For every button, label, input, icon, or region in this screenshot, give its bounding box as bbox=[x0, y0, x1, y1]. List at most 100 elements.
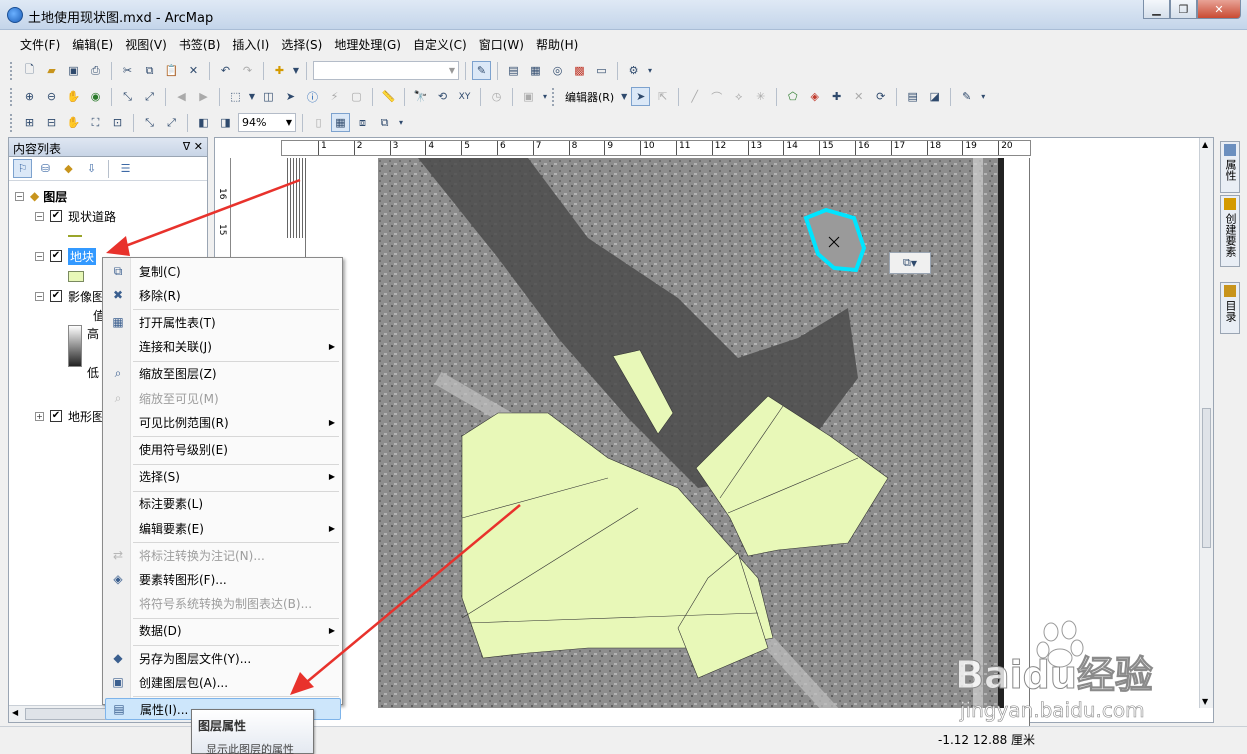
rotate-icon[interactable]: ⟳ bbox=[871, 87, 890, 106]
maximize-button[interactable]: ❐ bbox=[1170, 0, 1197, 19]
edit-vertices-icon[interactable]: ⬠ bbox=[783, 87, 802, 106]
list-by-source-icon[interactable]: ⛁ bbox=[36, 159, 55, 178]
data-driven-pages-icon[interactable]: ⧉ bbox=[375, 113, 394, 132]
zoom-whole-page-icon[interactable]: ⛶ bbox=[86, 113, 105, 132]
zoom-percent-dropdown[interactable]: 94% ▼ bbox=[238, 113, 296, 132]
editor-dropdown-icon[interactable]: ▼ bbox=[620, 87, 628, 106]
arctoolbox-icon[interactable]: ▩ bbox=[570, 61, 589, 80]
context-menu-item[interactable]: 数据(D) ▶ bbox=[105, 620, 341, 642]
dock-tab-create-features[interactable]: 创建要素 bbox=[1220, 195, 1240, 267]
editor-toolbar-icon[interactable]: ✎ bbox=[472, 61, 491, 80]
layout-vertical-scrollbar[interactable]: ▲ ▼ bbox=[1199, 138, 1213, 708]
layer-visibility-checkbox[interactable]: ✔ bbox=[50, 410, 62, 422]
menu-bookmarks[interactable]: 书签(B) bbox=[173, 36, 227, 53]
layout-pan-icon[interactable]: ✋ bbox=[64, 113, 83, 132]
context-menu-item[interactable]: 使用符号级别(E) bbox=[105, 438, 341, 460]
fixed-zoom-in-page-icon[interactable]: ⤡ bbox=[140, 113, 159, 132]
add-data-dropdown-icon[interactable]: ▼ bbox=[292, 61, 300, 80]
scroll-up-icon[interactable]: ▲ bbox=[1202, 140, 1208, 149]
split-icon[interactable]: ✕ bbox=[849, 87, 868, 106]
toc-root-layers[interactable]: − ◆ 图层 bbox=[15, 187, 67, 205]
collapse-icon[interactable]: − bbox=[15, 191, 24, 201]
collapse-icon[interactable]: − bbox=[35, 251, 44, 261]
goto-xy-icon[interactable]: XY bbox=[455, 87, 474, 106]
list-by-selection-icon[interactable]: ⇩ bbox=[82, 159, 101, 178]
toggle-draft-mode-icon[interactable]: ▯ bbox=[309, 113, 328, 132]
collapse-icon[interactable]: − bbox=[35, 291, 44, 301]
context-menu-item[interactable]: ◆ 另存为图层文件(Y)... bbox=[105, 647, 341, 669]
expand-icon[interactable]: + bbox=[35, 411, 44, 421]
previous-extent-icon[interactable]: ◧ bbox=[194, 113, 213, 132]
close-button[interactable]: ✕ bbox=[1197, 0, 1241, 19]
reshape-icon[interactable]: ◈ bbox=[805, 87, 824, 106]
attributes-icon[interactable]: ▤ bbox=[903, 87, 922, 106]
toolbar-options-icon[interactable]: ▾ bbox=[541, 87, 549, 106]
context-menu-item[interactable]: ▦ 打开属性表(T) bbox=[105, 311, 341, 333]
menu-view[interactable]: 视图(V) bbox=[119, 36, 173, 53]
find-route-icon[interactable]: ⟲ bbox=[433, 87, 452, 106]
select-features-icon[interactable]: ⬚ bbox=[226, 87, 245, 106]
delete-icon[interactable]: ✕ bbox=[184, 61, 203, 80]
clear-selection-icon[interactable]: ◫ bbox=[259, 87, 278, 106]
aerial-imagery-map[interactable] bbox=[378, 158, 1004, 708]
edit-tool-icon[interactable]: ➤ bbox=[631, 87, 651, 106]
layer-visibility-checkbox[interactable]: ✔ bbox=[50, 290, 62, 302]
cut-polygons-icon[interactable]: ✚ bbox=[827, 87, 846, 106]
menu-insert[interactable]: 插入(I) bbox=[226, 36, 275, 53]
modelbuilder-icon[interactable]: ⚙ bbox=[624, 61, 643, 80]
layer-name[interactable]: 地形图 bbox=[68, 408, 104, 425]
zoom-100-icon[interactable]: ⊡ bbox=[108, 113, 127, 132]
layer-item-topo[interactable]: + ✔ 地形图 bbox=[35, 407, 104, 425]
layer-name[interactable]: 地块 bbox=[68, 247, 97, 265]
end-point-arc-icon[interactable]: ⌒ bbox=[707, 87, 726, 106]
pan-icon[interactable]: ✋ bbox=[64, 87, 83, 106]
create-features-icon[interactable]: ✎ bbox=[957, 87, 976, 106]
editor-menu[interactable]: 编辑器(R) bbox=[562, 89, 617, 105]
layout-zoom-in-icon[interactable]: ⊞ bbox=[20, 113, 39, 132]
floating-edit-toolbar[interactable]: ⧉ ▼ bbox=[889, 252, 931, 274]
context-menu-item[interactable]: 连接和关联(J) ▶ bbox=[105, 336, 341, 358]
scroll-down-icon[interactable]: ▼ bbox=[1202, 697, 1208, 706]
point-icon[interactable]: ✳ bbox=[751, 87, 770, 106]
toc-header-buttons[interactable]: ᐁ ✕ bbox=[183, 140, 203, 153]
layer-name[interactable]: 现状道路 bbox=[68, 208, 116, 225]
dock-tab-catalog[interactable]: 目录 bbox=[1220, 282, 1240, 334]
context-menu-item[interactable]: 可见比例范围(R) ▶ bbox=[105, 411, 341, 433]
measure-icon[interactable]: 📏 bbox=[379, 87, 398, 106]
context-menu-item[interactable]: ▣ 创建图层包(A)... bbox=[105, 671, 341, 693]
minimize-button[interactable]: ▁ bbox=[1143, 0, 1170, 19]
forward-icon[interactable]: ▶ bbox=[194, 87, 213, 106]
paste-icon[interactable]: 📋 bbox=[162, 61, 181, 80]
focus-data-frame-icon[interactable]: ▦ bbox=[331, 113, 350, 132]
menu-edit[interactable]: 编辑(E) bbox=[66, 36, 119, 53]
time-slider-icon[interactable]: ◷ bbox=[487, 87, 506, 106]
find-icon[interactable]: 🔭 bbox=[411, 87, 430, 106]
context-menu-item[interactable]: ⌕ 缩放至图层(Z) bbox=[105, 363, 341, 385]
menu-selection[interactable]: 选择(S) bbox=[275, 36, 328, 53]
layer-visibility-checkbox[interactable]: ✔ bbox=[50, 210, 62, 222]
identify-icon[interactable]: ⓘ bbox=[303, 87, 322, 106]
menu-customize[interactable]: 自定义(C) bbox=[407, 36, 473, 53]
toolbar-grip[interactable] bbox=[10, 113, 14, 132]
fixed-zoom-out-icon[interactable]: ⤢ bbox=[140, 87, 159, 106]
undo-icon[interactable]: ↶ bbox=[216, 61, 235, 80]
menu-file[interactable]: 文件(F) bbox=[14, 36, 66, 53]
select-dropdown-icon[interactable]: ▼ bbox=[248, 87, 256, 106]
toolbar-options-icon[interactable]: ▾ bbox=[397, 113, 405, 132]
list-by-visibility-icon[interactable]: ◆ bbox=[59, 159, 78, 178]
menu-geoprocessing[interactable]: 地理处理(G) bbox=[328, 36, 407, 53]
sketch-properties-icon[interactable]: ◪ bbox=[925, 87, 944, 106]
trace-icon[interactable]: ⟡ bbox=[729, 87, 748, 106]
dock-tab-attributes[interactable]: 属性 bbox=[1220, 141, 1240, 193]
context-menu-item[interactable]: 编辑要素(E) ▶ bbox=[105, 517, 341, 539]
viewer-icon[interactable]: ▣ bbox=[519, 87, 538, 106]
toolbar-options-icon[interactable]: ▾ bbox=[646, 61, 654, 80]
change-layout-icon[interactable]: ⧈ bbox=[353, 113, 372, 132]
select-elements-icon[interactable]: ➤ bbox=[281, 87, 300, 106]
layer-item-imagery[interactable]: − ✔ 影像图 bbox=[35, 287, 104, 305]
scale-dropdown[interactable]: ▼ bbox=[313, 61, 459, 80]
context-menu-item[interactable]: 标注要素(L) bbox=[105, 493, 341, 515]
layout-zoom-out-icon[interactable]: ⊟ bbox=[42, 113, 61, 132]
catalog-window-icon[interactable]: ▦ bbox=[526, 61, 545, 80]
copy-icon[interactable]: ⧉ bbox=[140, 61, 159, 80]
